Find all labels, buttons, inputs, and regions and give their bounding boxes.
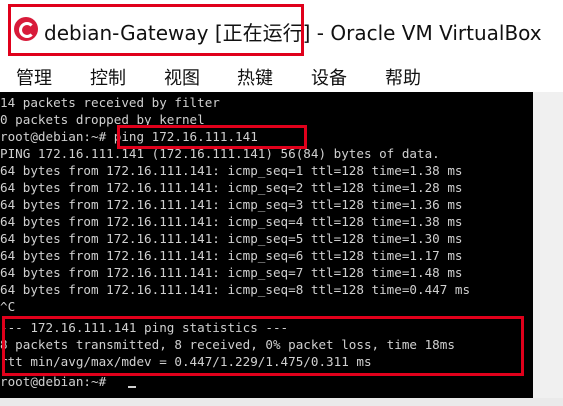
menu-item-view[interactable]: 视图 bbox=[164, 64, 200, 90]
terminal-line: 64 bytes from 172.16.111.141: icmp_seq=6… bbox=[0, 248, 463, 263]
window-title: debian-Gateway [正在运行] - Oracle VM Virtua… bbox=[44, 21, 542, 45]
terminal-line-ping-command: root@debian:~# ping 172.16.111.141 bbox=[0, 129, 258, 144]
terminal-cursor bbox=[128, 386, 136, 388]
menu-item-devices[interactable]: 设备 bbox=[311, 64, 347, 90]
terminal-line: 64 bytes from 172.16.111.141: icmp_seq=7… bbox=[0, 265, 463, 280]
terminal-line-packet-summary: 8 packets transmitted, 8 received, 0% pa… bbox=[0, 337, 455, 352]
terminal-line: 64 bytes from 172.16.111.141: icmp_seq=1… bbox=[0, 163, 463, 178]
terminal-line: 64 bytes from 172.16.111.141: icmp_seq=5… bbox=[0, 231, 463, 246]
title-bar[interactable]: debian-Gateway [正在运行] - Oracle VM Virtua… bbox=[0, 0, 563, 60]
menu-item-manage[interactable]: 管理 bbox=[16, 64, 52, 90]
terminal-line: PING 172.16.111.141 (172.16.111.141) 56(… bbox=[0, 146, 440, 161]
menu-item-control[interactable]: 控制 bbox=[90, 64, 126, 90]
terminal-line: 64 bytes from 172.16.111.141: icmp_seq=3… bbox=[0, 197, 463, 212]
menu-bar: 管理 控制 视图 热键 设备 帮助 bbox=[0, 60, 563, 92]
vm-console-screen[interactable]: 14 packets received by filter 0 packets … bbox=[0, 92, 533, 398]
window-side-area bbox=[533, 92, 563, 406]
terminal-line: 64 bytes from 172.16.111.141: icmp_seq=4… bbox=[0, 214, 463, 229]
menu-item-help[interactable]: 帮助 bbox=[385, 64, 421, 90]
menu-item-hotkeys[interactable]: 热键 bbox=[237, 64, 273, 90]
status-bar bbox=[0, 398, 563, 406]
terminal-line: 64 bytes from 172.16.111.141: icmp_seq=2… bbox=[0, 180, 463, 195]
terminal-prompt: root@debian:~# bbox=[0, 374, 114, 389]
terminal-line-statistics-header: --- 172.16.111.141 ping statistics --- bbox=[0, 320, 289, 335]
terminal-line-rtt-summary: rtt min/avg/max/mdev = 0.447/1.229/1.475… bbox=[0, 354, 372, 369]
terminal-line: 64 bytes from 172.16.111.141: icmp_seq=8… bbox=[0, 282, 471, 297]
terminal-line: 14 packets received by filter bbox=[0, 95, 220, 110]
terminal-line: 0 packets dropped by kernel bbox=[0, 112, 205, 127]
virtualbox-app-icon bbox=[14, 17, 38, 41]
terminal-line: ^C bbox=[0, 299, 16, 314]
